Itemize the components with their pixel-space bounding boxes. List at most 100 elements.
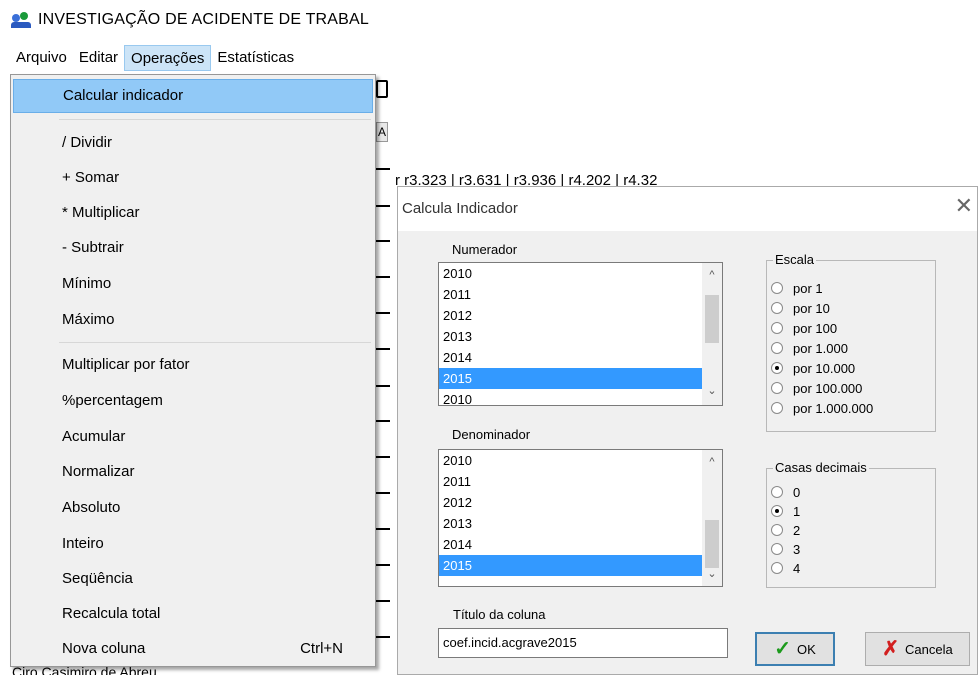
radio-option-selected[interactable]: 1 xyxy=(771,501,800,521)
radio-option[interactable]: por 1 xyxy=(771,278,823,298)
titulo-coluna-label: Título da coluna xyxy=(453,607,546,622)
operacoes-dropdown: Calcular indicador / Dividir + Somar * M… xyxy=(10,74,376,667)
menu-item-calcular-indicador[interactable]: Calcular indicador xyxy=(13,79,373,113)
menu-item-subtrair[interactable]: - Subtrair xyxy=(13,231,373,265)
menu-item-label: + Somar xyxy=(62,169,120,186)
grid-line xyxy=(376,205,390,207)
menu-bar: Arquivo Editar Operações Estatísticas xyxy=(10,45,300,73)
denominador-listbox[interactable]: 2010 2011 2012 2013 2014 2015 ^ ⌄ xyxy=(438,449,723,587)
radio-label: por 1.000 xyxy=(793,340,848,356)
menu-item-label: Seqüência xyxy=(62,570,133,587)
menu-editar[interactable]: Editar xyxy=(73,45,124,71)
menu-item-recalcula-total[interactable]: Recalcula total xyxy=(13,597,373,631)
menu-item-label: Máximo xyxy=(62,311,115,328)
list-item[interactable]: 2011 xyxy=(439,471,722,492)
escala-label: Escala xyxy=(773,252,817,268)
scroll-down-icon[interactable]: ⌄ xyxy=(702,564,722,584)
radio-button[interactable] xyxy=(771,543,783,555)
menu-item-minimo[interactable]: Mínimo xyxy=(13,267,373,301)
scroll-thumb[interactable] xyxy=(705,520,719,568)
escala-group: Escala por 1 por 10 por 100 por 1.000 po… xyxy=(766,252,936,432)
checkmark-icon: ✓ xyxy=(774,638,791,660)
radio-button[interactable] xyxy=(771,342,783,354)
radio-label: por 10.000 xyxy=(793,360,856,376)
menu-item-label: Inteiro xyxy=(62,535,104,552)
menu-item-somar[interactable]: + Somar xyxy=(13,161,373,195)
cancel-button-label: Cancela xyxy=(905,641,953,657)
list-item-selected[interactable]: 2015 xyxy=(439,555,722,576)
radio-button[interactable] xyxy=(771,486,783,498)
list-item[interactable]: 2014 xyxy=(439,347,722,368)
radio-button[interactable] xyxy=(771,322,783,334)
list-item[interactable]: 2010 xyxy=(439,389,722,405)
menu-item-absoluto[interactable]: Absoluto xyxy=(13,491,373,525)
menu-item-dividir[interactable]: / Dividir xyxy=(13,126,373,160)
radio-option[interactable]: por 1.000.000 xyxy=(771,398,873,418)
list-item[interactable]: 2013 xyxy=(439,326,722,347)
scroll-down-icon[interactable]: ⌄ xyxy=(702,381,722,401)
radio-option[interactable]: 3 xyxy=(771,539,800,559)
numerador-scrollbar[interactable]: ^ ⌄ xyxy=(702,263,722,405)
radio-option-selected[interactable]: por 10.000 xyxy=(771,358,855,378)
menu-item-percentagem[interactable]: %percentagem xyxy=(13,384,373,418)
menu-item-sequencia[interactable]: Seqüência xyxy=(13,562,373,596)
list-item[interactable]: 2012 xyxy=(439,492,722,513)
radio-option[interactable]: por 10 xyxy=(771,298,830,318)
list-item-selected[interactable]: 2015 xyxy=(439,368,722,389)
ok-button[interactable]: ✓ OK xyxy=(755,632,835,666)
menu-item-inteiro[interactable]: Inteiro xyxy=(13,527,373,561)
denominador-scrollbar[interactable]: ^ ⌄ xyxy=(702,450,722,586)
radio-button[interactable] xyxy=(771,282,783,294)
menu-item-label: Normalizar xyxy=(62,463,135,480)
list-item[interactable]: 2010 xyxy=(439,450,722,471)
radio-label: por 10 xyxy=(793,300,830,316)
radio-option[interactable]: por 100 xyxy=(771,318,837,338)
scroll-up-icon[interactable]: ^ xyxy=(702,265,722,285)
app-title: INVESTIGAÇÃO DE ACIDENTE DE TRABAL xyxy=(38,11,370,28)
list-item[interactable]: 2010 xyxy=(439,263,722,284)
menu-operacoes[interactable]: Operações xyxy=(124,45,212,71)
scroll-up-icon[interactable]: ^ xyxy=(702,452,722,472)
menu-item-label: Mínimo xyxy=(62,275,112,292)
menu-item-multiplicar[interactable]: * Multiplicar xyxy=(13,196,373,230)
radio-button[interactable] xyxy=(771,302,783,314)
casas-decimais-group: Casas decimais 0 1 2 3 4 xyxy=(766,460,936,588)
radio-button-checked[interactable] xyxy=(771,505,783,517)
menu-item-label: Absoluto xyxy=(62,499,121,516)
radio-button-checked[interactable] xyxy=(771,362,783,374)
menu-item-multiplicar-por-fator[interactable]: Multiplicar por fator xyxy=(13,348,373,382)
scroll-thumb[interactable] xyxy=(705,295,719,343)
list-item[interactable]: 2011 xyxy=(439,284,722,305)
menu-arquivo[interactable]: Arquivo xyxy=(10,45,73,71)
cancel-button[interactable]: ✗ Cancela xyxy=(865,632,970,666)
grid-line xyxy=(376,385,390,387)
radio-button[interactable] xyxy=(771,562,783,574)
list-item[interactable]: 2014 xyxy=(439,534,722,555)
close-icon[interactable]: ✕ xyxy=(955,195,973,217)
radio-option[interactable]: por 1.000 xyxy=(771,338,848,358)
cross-icon: ✗ xyxy=(882,638,900,660)
titulo-coluna-input[interactable]: coef.incid.acgrave2015 xyxy=(438,628,728,658)
radio-option[interactable]: por 100.000 xyxy=(771,378,862,398)
menu-estatisticas[interactable]: Estatísticas xyxy=(211,45,300,71)
ok-button-label: OK xyxy=(796,641,816,657)
radio-option[interactable]: 0 xyxy=(771,482,800,502)
list-item[interactable]: 2013 xyxy=(439,513,722,534)
radio-option[interactable]: 2 xyxy=(771,520,800,540)
numerador-listbox[interactable]: 2010 2011 2012 2013 2014 2015 2010 ^ ⌄ xyxy=(438,262,723,406)
menu-item-nova-coluna[interactable]: Nova coluna Ctrl+N xyxy=(13,632,373,666)
column-header[interactable]: A xyxy=(376,122,388,142)
menu-item-acumular[interactable]: Acumular xyxy=(13,420,373,454)
radio-label: 2 xyxy=(793,522,801,538)
menu-item-maximo[interactable]: Máximo xyxy=(13,303,373,337)
list-item[interactable]: 2012 xyxy=(439,305,722,326)
radio-button[interactable] xyxy=(771,382,783,394)
grid-line xyxy=(376,420,390,422)
menu-item-normalizar[interactable]: Normalizar xyxy=(13,455,373,489)
radio-button[interactable] xyxy=(771,402,783,414)
grid-line xyxy=(376,240,390,242)
toolbar-document-icon[interactable] xyxy=(376,80,388,98)
dialog-titlebar[interactable]: Calcula Indicador ✕ xyxy=(398,187,977,231)
radio-option[interactable]: 4 xyxy=(771,558,800,578)
radio-button[interactable] xyxy=(771,524,783,536)
